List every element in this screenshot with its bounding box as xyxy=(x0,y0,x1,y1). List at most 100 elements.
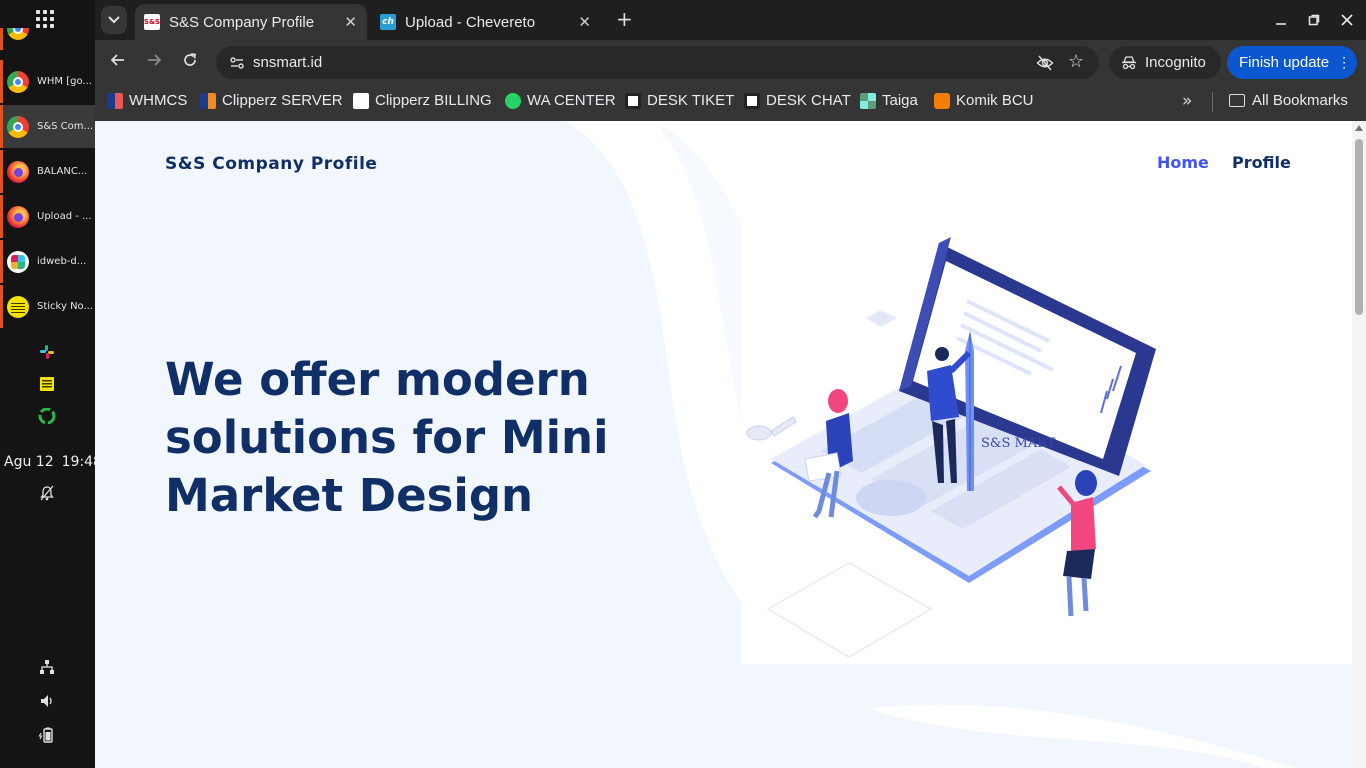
hero-heading: We offer modern solutions for Mini Marke… xyxy=(165,353,609,522)
bookmark-star-icon[interactable]: ☆ xyxy=(1068,51,1084,72)
nav-link-profile[interactable]: Profile xyxy=(1232,153,1291,172)
tab-search-button[interactable] xyxy=(101,6,127,34)
back-icon[interactable] xyxy=(110,52,126,73)
incognito-label: Incognito xyxy=(1145,54,1206,71)
taskbar-item-label: idweb-d... xyxy=(37,256,87,267)
bookmark-wa-center[interactable]: WA CENTER xyxy=(505,92,616,109)
tab-strip: S&S S&S Company Profile ✕ ch Upload - Ch… xyxy=(95,0,1366,40)
blogger-favicon xyxy=(934,92,950,109)
bookmark-label: Taiga xyxy=(882,92,918,109)
finish-update-button[interactable]: Finish update ⋮ xyxy=(1227,46,1357,79)
bookmark-clipperz-billing[interactable]: Clipperz BILLING xyxy=(353,92,492,109)
battery-icon[interactable] xyxy=(38,727,56,743)
desk-favicon xyxy=(744,92,760,109)
taskbar-item-sns-company[interactable]: S&S Com... xyxy=(0,105,95,148)
close-window-icon[interactable] xyxy=(1341,13,1353,31)
volume-icon[interactable] xyxy=(38,693,56,709)
taskbar-item-label: WHM [go... xyxy=(37,76,92,87)
notifications-off-icon[interactable] xyxy=(38,485,56,501)
bookmark-desk-tiket[interactable]: DESK TIKET xyxy=(625,92,734,109)
taskbar-item-partial[interactable] xyxy=(0,28,95,50)
scrollbar-thumb[interactable] xyxy=(1355,139,1363,315)
bookmark-clipperz-server[interactable]: Clipperz SERVER xyxy=(200,92,343,109)
new-tab-button[interactable]: + xyxy=(616,9,633,29)
site-info-icon[interactable] xyxy=(225,51,249,75)
bookmark-label: WHMCS xyxy=(129,92,188,109)
scroll-up-arrow-icon[interactable] xyxy=(1355,125,1363,131)
taskbar-item-sticky-notes[interactable]: Sticky No... xyxy=(0,285,95,328)
bookmark-label: Clipperz SERVER xyxy=(222,92,343,109)
slack-tray-icon[interactable] xyxy=(38,344,56,360)
all-bookmarks-button[interactable]: All Bookmarks xyxy=(1229,92,1348,109)
os-side-panel: WHM [go... S&S Com... BALANC... Upload -… xyxy=(0,0,102,768)
taskbar-item-label: BALANC... xyxy=(37,166,88,177)
desk-favicon xyxy=(625,92,641,109)
chrome-icon xyxy=(7,28,29,40)
bookmarks-separator xyxy=(1212,92,1213,112)
bookmark-whmcs[interactable]: WHMCS xyxy=(107,92,187,109)
bookmarks-bar: WHMCS Clipperz SERVER Clipperz BILLING W… xyxy=(95,84,1366,121)
clipperz-billing-favicon xyxy=(353,92,369,109)
chrome-icon xyxy=(7,70,29,93)
illustration-label: S&S MART xyxy=(981,436,1056,451)
sticky-notes-icon xyxy=(7,295,29,318)
clock[interactable]: Agu 12 19:48 xyxy=(4,454,102,470)
hero-illustration: S&S MART xyxy=(741,221,1271,664)
site-logo-title[interactable]: S&S Company Profile xyxy=(165,154,377,174)
all-bookmarks-label: All Bookmarks xyxy=(1252,92,1348,109)
apps-grid-icon[interactable] xyxy=(36,10,56,28)
forward-icon[interactable] xyxy=(146,52,162,73)
bookmark-label: DESK CHAT xyxy=(766,92,851,109)
browser-toolbar: snsmart.id ☆ Incognito Finish update ⋮ xyxy=(95,40,1366,84)
bookmark-komik-bcu[interactable]: Komik BCU xyxy=(934,92,1034,109)
page-viewport: S&S Company Profile Home Profile We offe… xyxy=(95,121,1366,768)
close-tab-icon[interactable]: ✕ xyxy=(344,13,357,31)
taskbar-item-idweb[interactable]: idweb-d... xyxy=(0,240,95,283)
clock-date: Agu 12 xyxy=(4,454,54,470)
tab-title: Upload - Chevereto xyxy=(405,13,536,31)
taskbar-item-label: Sticky No... xyxy=(37,301,93,312)
minimize-icon[interactable] xyxy=(1275,13,1287,31)
chevereto-favicon: ch xyxy=(380,14,396,30)
bookmark-label: DESK TIKET xyxy=(647,92,735,109)
address-bar[interactable]: snsmart.id ☆ xyxy=(216,46,1099,79)
whmcs-favicon xyxy=(107,92,123,109)
taskbar-item-balance[interactable]: BALANC... xyxy=(0,150,95,193)
tab-upload-chevereto[interactable]: ch Upload - Chevereto ✕ xyxy=(371,4,601,40)
finish-update-label: Finish update xyxy=(1239,54,1330,71)
bookmark-label: Komik BCU xyxy=(956,92,1034,109)
bookmarks-overflow-chevron-icon[interactable]: » xyxy=(1182,91,1192,111)
firefox-icon xyxy=(7,205,29,228)
more-vert-icon: ⋮ xyxy=(1337,54,1352,70)
recycle-icon[interactable] xyxy=(38,408,56,424)
taskbar-item-whm[interactable]: WHM [go... xyxy=(0,60,95,103)
bookmark-desk-chat[interactable]: DESK CHAT xyxy=(744,92,851,109)
taskbar-item-upload[interactable]: Upload - ... xyxy=(0,195,95,238)
bookmark-label: WA CENTER xyxy=(527,92,616,109)
taskbar-item-label: Upload - ... xyxy=(37,211,92,222)
url-text: snsmart.id xyxy=(253,54,323,71)
taiga-favicon xyxy=(860,92,876,109)
chevron-down-icon xyxy=(108,16,120,24)
reload-icon[interactable] xyxy=(182,52,198,73)
page-scrollbar[interactable] xyxy=(1352,121,1366,768)
clipperz-favicon xyxy=(200,92,216,109)
tab-sns-company-profile[interactable]: S&S S&S Company Profile ✕ xyxy=(135,4,367,40)
incognito-indicator[interactable]: Incognito xyxy=(1109,46,1221,79)
browser-window: S&S S&S Company Profile ✕ ch Upload - Ch… xyxy=(95,0,1366,768)
close-tab-icon[interactable]: ✕ xyxy=(578,13,591,31)
firefox-icon xyxy=(7,160,29,183)
maximize-icon[interactable] xyxy=(1308,13,1320,31)
chrome-icon xyxy=(7,115,29,138)
network-icon[interactable] xyxy=(38,659,56,675)
incognito-icon xyxy=(1122,55,1136,69)
bookmark-label: Clipperz BILLING xyxy=(375,92,492,109)
bookmark-taiga[interactable]: Taiga xyxy=(860,92,918,109)
folder-icon xyxy=(1229,94,1245,107)
nav-link-home[interactable]: Home xyxy=(1157,153,1209,172)
sns-favicon: S&S xyxy=(144,14,160,30)
tracking-protection-eye-off-icon[interactable] xyxy=(1036,54,1054,72)
taskbar-item-label: S&S Com... xyxy=(37,121,93,132)
tab-title: S&S Company Profile xyxy=(169,13,315,31)
sticky-notes-tray-icon[interactable] xyxy=(38,376,56,392)
